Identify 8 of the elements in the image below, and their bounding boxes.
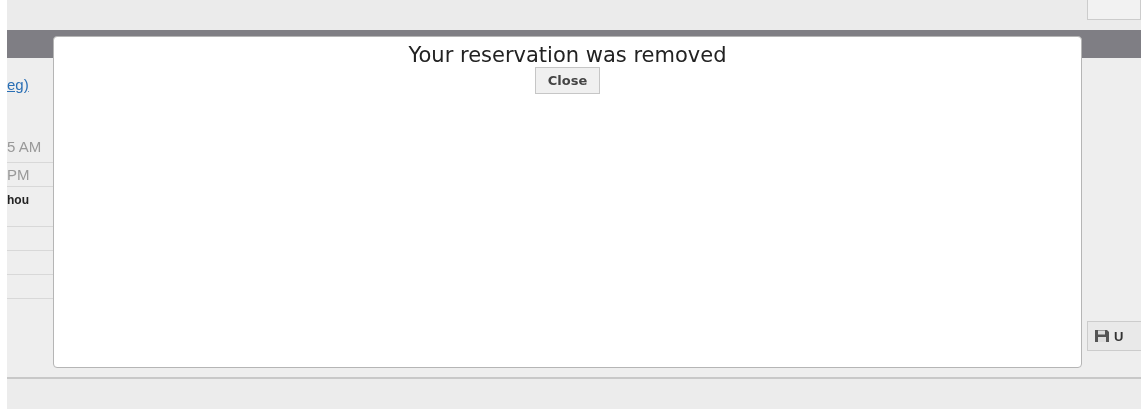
top-button[interactable] bbox=[1087, 0, 1141, 20]
link[interactable]: eg) bbox=[7, 76, 53, 130]
note-text: hou bbox=[7, 193, 29, 207]
close-button[interactable]: Close bbox=[534, 67, 601, 94]
dialog-message: Your reservation was removed bbox=[408, 43, 727, 67]
time-text: 5 AM bbox=[7, 137, 42, 155]
time-text: PM bbox=[7, 166, 30, 183]
save-button[interactable]: U bbox=[1087, 321, 1141, 351]
